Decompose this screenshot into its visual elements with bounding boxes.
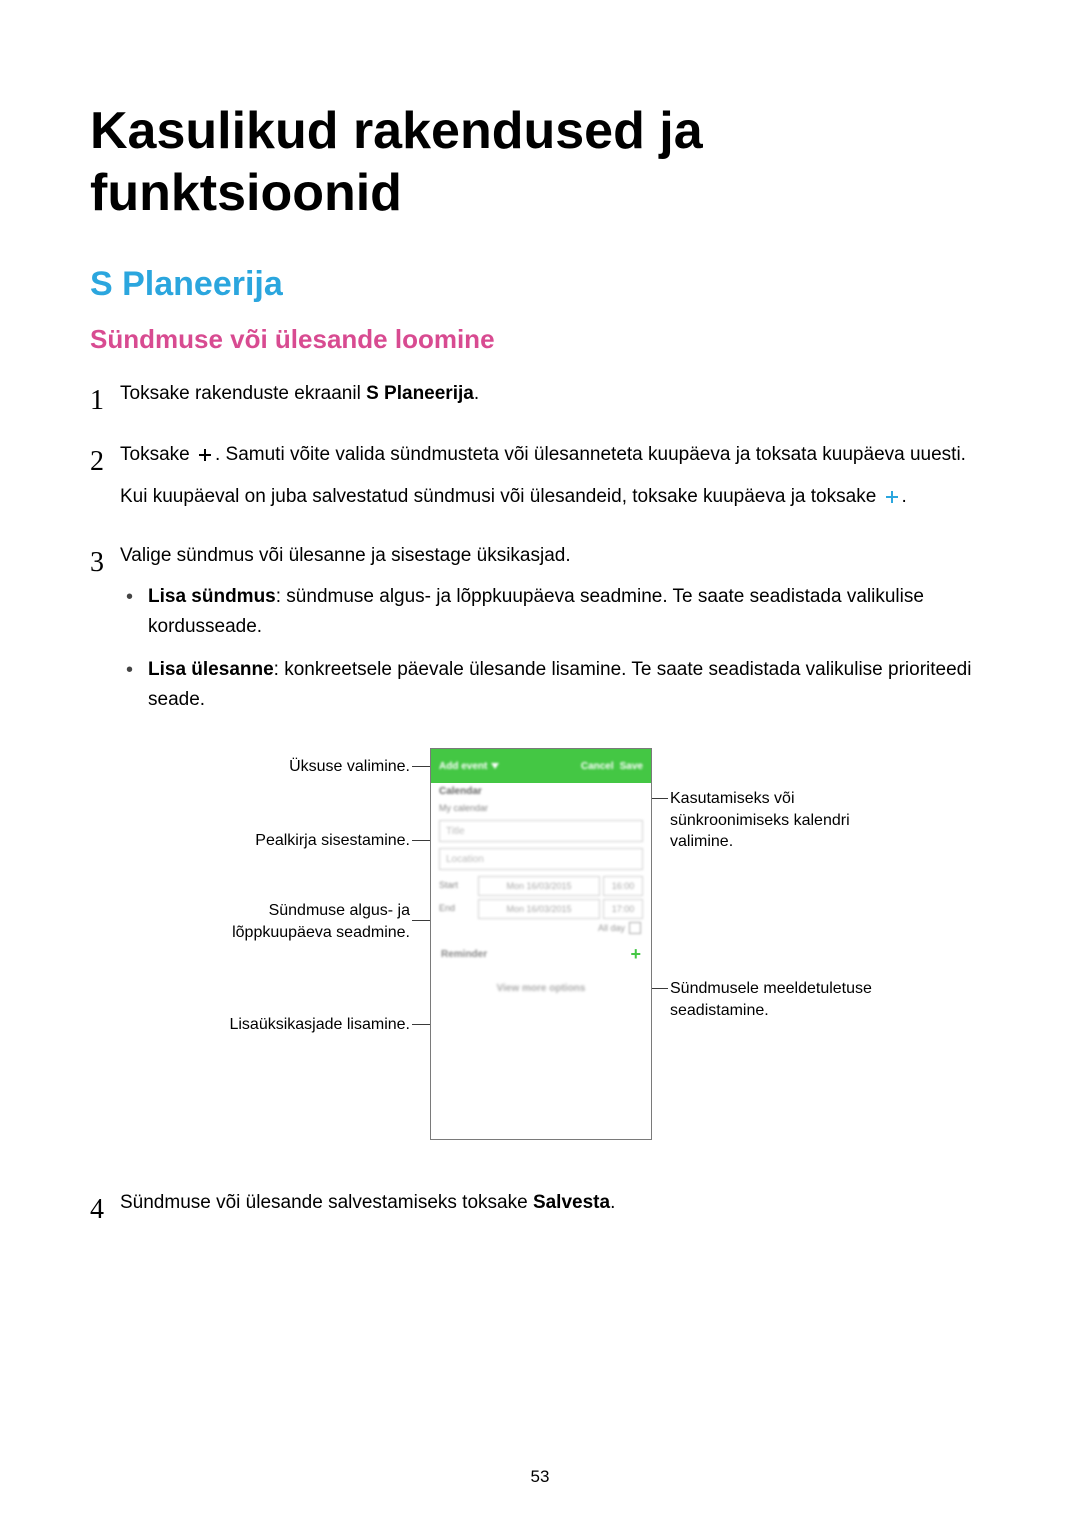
end-row[interactable]: EndMon 16/03/201517:00 [439,899,643,919]
step-number: 4 [90,1188,120,1231]
text: Sündmuse või ülesande salvestamiseks tok… [120,1192,533,1213]
callout-more-details: Lisaüksikasjade lisamine. [210,1014,410,1036]
step-2: 2 Toksake . Samuti võite valida sündmust… [90,440,990,523]
page-title: Kasulikud rakendused ja funktsioonid [90,100,990,225]
save-button[interactable]: Save [620,761,643,772]
my-calendar-label[interactable]: My calendar [431,800,651,816]
step-number: 2 [90,440,120,483]
start-row[interactable]: StartMon 16/03/201516:00 [439,876,643,896]
reminder-label: Reminder [441,949,487,960]
plus-icon [884,489,900,505]
cancel-button[interactable]: Cancel [581,761,614,772]
figure: Üksuse valimine. Pealkirja sisestamine. … [90,748,990,1158]
list-item: Lisa sündmus: sündmuse algus- ja lõppkuu… [148,582,990,641]
title-field[interactable]: Title [439,820,643,842]
callout-title-entry: Pealkirja sisestamine. [210,830,410,852]
step-3: 3 Valige sündmus või ülesanne ja sisesta… [90,541,990,728]
location-field[interactable]: Location [439,848,643,870]
chevron-down-icon [491,762,499,770]
text: . Samuti võite valida sündmusteta või ül… [215,444,966,465]
step-1: 1 Toksake rakenduste ekraanil S Planeeri… [90,379,990,422]
add-event-dropdown[interactable]: Add event [439,761,499,772]
callout-select-item: Üksuse valimine. [210,756,410,778]
text: . [902,486,907,507]
section-heading: S Planeerija [90,265,990,304]
step-4: 4 Sündmuse või ülesande salvestamiseks t… [90,1188,990,1231]
subsection-heading: Sündmuse või ülesande loomine [90,324,990,355]
bold-text: Salvesta [533,1192,610,1213]
text: Valige sündmus või ülesanne ja sisestage… [120,541,990,570]
callout-reminder: Sündmusele meeldetuletuse seadistamine. [670,978,900,1021]
phone-mock: Add event Cancel Save Calendar My calend… [430,748,652,1140]
list-item: Lisa ülesanne: konkreetsele päevale üles… [148,655,990,714]
manual-page: Kasulikud rakendused ja funktsioonid S P… [0,0,1080,1527]
add-reminder-icon[interactable]: + [630,944,641,965]
bold-text: Lisa sündmus [148,586,276,607]
phone-header: Add event Cancel Save [431,749,651,783]
text: Toksake [120,444,195,465]
all-day-toggle[interactable]: All day [431,922,641,934]
bold-text: S Planeerija [366,383,474,404]
step-number: 1 [90,379,120,422]
page-number: 53 [0,1467,1080,1487]
text: Toksake rakenduste ekraanil [120,383,366,404]
text: . [474,383,479,404]
bold-text: Lisa ülesanne [148,659,274,680]
callout-start-end: Sündmuse algus- ja lõppkuupäeva seadmine… [190,900,410,943]
plus-icon [197,447,213,463]
text: . [610,1192,615,1213]
view-more-options[interactable]: View more options [431,983,651,994]
step-number: 3 [90,541,120,584]
text: Kui kuupäeval on juba salvestatud sündmu… [120,486,882,507]
callout-calendar-select: Kasutamiseks või sünkroonimiseks kalendr… [670,788,900,853]
calendar-label: Calendar [431,783,651,800]
